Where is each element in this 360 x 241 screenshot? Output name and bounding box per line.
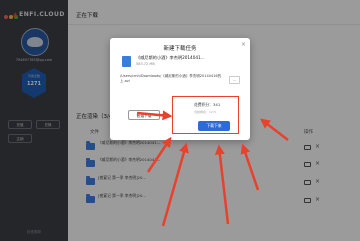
arrow [260, 118, 289, 141]
arrow [146, 136, 172, 173]
arrow [161, 142, 189, 227]
arrow [136, 110, 173, 121]
annotation-arrows [136, 110, 289, 227]
arrow [214, 144, 230, 225]
arrow [240, 143, 260, 191]
